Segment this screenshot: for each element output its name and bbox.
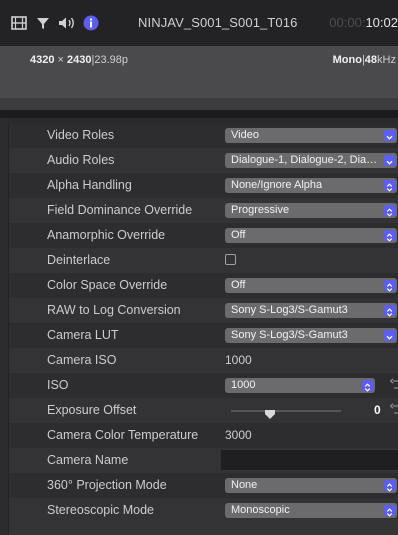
popup-value: Monoscopic xyxy=(231,504,290,516)
deinterlace-checkbox[interactable] xyxy=(225,254,236,265)
audio-roles-popup[interactable]: Dialogue-1, Dialogue-2, Dia… xyxy=(225,153,397,168)
filter-icon[interactable] xyxy=(34,14,52,32)
popup-value: None xyxy=(231,479,258,491)
exposure-offset-value[interactable]: 0 xyxy=(374,398,381,423)
row-label: Camera Name xyxy=(47,453,129,467)
resolution-height: 2430 xyxy=(67,54,92,66)
popup-chevron-icon xyxy=(384,330,395,341)
row-alpha-handling: Alpha Handling None/Ignore Alpha xyxy=(9,173,398,198)
popup-stepper-icon xyxy=(384,505,395,517)
camera-lut-popup[interactable]: Sony S-Log3/S-Gamut3 xyxy=(225,328,397,343)
popup-stepper-icon xyxy=(384,280,395,292)
filmstrip-icon[interactable] xyxy=(10,14,28,32)
popup-value: Off xyxy=(231,279,246,291)
popup-value: Video xyxy=(231,129,259,141)
frame-rate: |23.98p xyxy=(91,54,129,66)
row-video-roles: Video Roles Video xyxy=(9,123,398,148)
popup-value: Dialogue-1, Dialogue-2, Dia… xyxy=(231,154,378,166)
timecode: 00:00:10:02 xyxy=(329,15,398,30)
row-label: Camera LUT xyxy=(47,328,119,342)
row-label: Camera Color Temperature xyxy=(47,428,199,442)
field-dominance-popup[interactable]: Progressive xyxy=(225,203,397,218)
divider xyxy=(0,98,398,110)
popup-value: Sony S-Log3/S-Gamut3 xyxy=(231,329,348,341)
row-field-dominance: Field Dominance Override Progressive xyxy=(9,198,398,223)
video-format: 4320 × 2430|23.98p xyxy=(30,54,128,66)
row-label: Exposure Offset xyxy=(47,403,137,417)
inspector-header: NINJAV_S001_S001_T016 00:00:10:02 xyxy=(0,0,398,46)
row-iso: ISO 1000 xyxy=(9,373,398,398)
raw-to-log-popup[interactable]: Sony S-Log3/S-Gamut3 xyxy=(225,303,397,318)
audio-rate: 48 xyxy=(364,54,378,66)
row-label: 360° Projection Mode xyxy=(47,478,167,492)
row-deinterlace: Deinterlace xyxy=(9,248,398,273)
stereoscopic-mode-popup[interactable]: Monoscopic xyxy=(225,503,397,518)
row-label: Anamorphic Override xyxy=(47,228,166,242)
camera-iso-value: 1000 xyxy=(225,353,252,367)
popup-value: 1000 xyxy=(231,379,256,391)
divider xyxy=(0,110,398,118)
row-camera-lut: Camera LUT Sony S-Log3/S-Gamut3 xyxy=(9,323,398,348)
slider-thumb-icon[interactable] xyxy=(264,406,275,424)
row-label: RAW to Log Conversion xyxy=(47,303,181,317)
clip-name: NINJAV_S001_S001_T016 xyxy=(138,15,298,30)
timecode-value: 10:02 xyxy=(365,15,398,30)
audio-format: Mono|48kHz xyxy=(333,54,396,66)
popup-value: None/Ignore Alpha xyxy=(231,179,323,191)
iso-popup[interactable]: 1000 xyxy=(225,378,375,393)
row-label: Stereoscopic Mode xyxy=(47,503,155,517)
speaker-icon[interactable] xyxy=(58,14,76,32)
row-label: Color Space Override xyxy=(47,278,168,292)
row-label: Deinterlace xyxy=(47,253,111,267)
info-icon[interactable] xyxy=(82,14,100,32)
popup-stepper-icon xyxy=(384,205,395,217)
popup-stepper-icon xyxy=(384,305,395,317)
popup-chevron-icon xyxy=(384,155,395,166)
row-label: Alpha Handling xyxy=(47,178,132,192)
color-temperature-value: 3000 xyxy=(225,428,252,442)
row-label: Field Dominance Override xyxy=(47,203,193,217)
audio-unit: kHz xyxy=(377,54,396,66)
row-camera-color-temperature: Camera Color Temperature 3000 xyxy=(9,423,398,448)
row-color-space-override: Color Space Override Off xyxy=(9,273,398,298)
video-roles-popup[interactable]: Video xyxy=(225,128,397,143)
row-label: ISO xyxy=(47,378,69,392)
row-label: Video Roles xyxy=(47,128,115,142)
popup-value: Progressive xyxy=(231,204,290,216)
popup-chevron-icon xyxy=(384,130,395,141)
resolution-times: × xyxy=(54,54,68,66)
row-raw-to-log: RAW to Log Conversion Sony S-Log3/S-Gamu… xyxy=(9,298,398,323)
reset-arrow-icon[interactable] xyxy=(388,377,398,393)
row-projection-mode: 360° Projection Mode None xyxy=(9,473,398,498)
reset-arrow-icon[interactable] xyxy=(388,402,398,418)
row-stereoscopic-mode: Stereoscopic Mode Monoscopic xyxy=(9,498,398,523)
popup-stepper-icon xyxy=(384,480,395,492)
clip-info-bar: 4320 × 2430|23.98p Mono|48kHz xyxy=(0,46,398,98)
row-label: Audio Roles xyxy=(47,153,115,167)
row-label: Camera ISO xyxy=(47,353,117,367)
popup-stepper-icon xyxy=(384,180,395,192)
exposure-slider-track[interactable] xyxy=(231,410,341,412)
audio-channels: Mono xyxy=(332,54,362,66)
anamorphic-popup[interactable]: Off xyxy=(225,228,397,243)
timecode-leading: 00:00: xyxy=(329,15,366,30)
popup-value: Off xyxy=(231,229,246,241)
popup-stepper-icon xyxy=(362,380,373,392)
alpha-handling-popup[interactable]: None/Ignore Alpha xyxy=(225,178,397,193)
popup-stepper-icon xyxy=(384,230,395,242)
row-exposure-offset: Exposure Offset 0 xyxy=(9,398,398,423)
popup-value: Sony S-Log3/S-Gamut3 xyxy=(231,304,348,316)
row-audio-roles: Audio Roles Dialogue-1, Dialogue-2, Dia… xyxy=(9,148,398,173)
inspector-tabs xyxy=(10,12,106,34)
camera-name-field[interactable] xyxy=(221,450,398,470)
resolution-width: 4320 xyxy=(30,54,55,66)
color-space-popup[interactable]: Off xyxy=(225,278,397,293)
row-camera-iso: Camera ISO 1000 xyxy=(9,348,398,373)
row-anamorphic-override: Anamorphic Override Off xyxy=(9,223,398,248)
projection-mode-popup[interactable]: None xyxy=(225,478,397,493)
row-camera-name: Camera Name xyxy=(9,448,398,473)
